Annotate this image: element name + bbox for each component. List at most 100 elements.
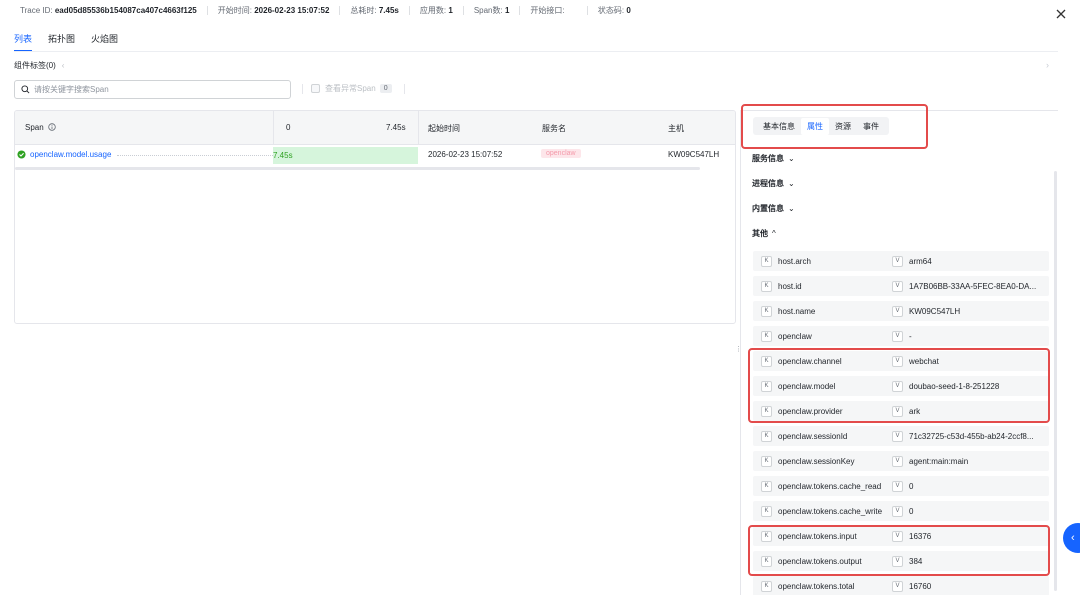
divider: [302, 83, 303, 94]
tab-topology[interactable]: 拓扑图: [48, 32, 75, 52]
attribute-value: 384: [909, 556, 923, 566]
value-badge: V: [892, 480, 903, 492]
attribute-row: Kopenclaw.tokens.input V 16376: [753, 526, 1049, 546]
anomaly-filter[interactable]: 查看异常Span 0: [302, 83, 405, 94]
info-icon[interactable]: [48, 123, 56, 131]
section-service-info[interactable]: 服务信息 ⌄: [752, 153, 795, 164]
chevron-left-icon: ‹: [61, 61, 65, 70]
vertical-scrollbar[interactable]: [1054, 171, 1057, 591]
tab-resources[interactable]: 资源: [829, 118, 857, 135]
span-count: Span数: 1: [474, 5, 510, 16]
duration: 总耗时: 7.45s: [350, 5, 399, 16]
tabs-divider: [14, 51, 1058, 52]
col-start-time: 起始时间: [428, 124, 460, 133]
attribute-value: webchat: [909, 356, 939, 366]
divider: [206, 5, 208, 15]
divider: [339, 5, 341, 15]
value-badge: V: [892, 305, 903, 317]
key-badge: K: [761, 455, 772, 467]
col-host: 主机: [668, 124, 684, 133]
attribute-row: Kopenclaw.sessionKey Vagent:main:main: [753, 451, 1049, 471]
key-badge: K: [761, 330, 772, 342]
section-label: 进程信息: [752, 179, 784, 188]
trace-id-label: Trace ID:: [20, 5, 53, 15]
duration-bar[interactable]: [273, 147, 418, 164]
start-time-label: 开始时间:: [217, 5, 252, 15]
start-api: 开始接口:: [530, 5, 566, 16]
attribute-value: 0: [909, 481, 914, 491]
tab-events[interactable]: 事件: [857, 118, 885, 135]
attribute-key: openclaw.tokens.cache_write: [778, 506, 883, 516]
duration-bar-label: 7.45s: [273, 151, 293, 160]
close-icon[interactable]: [1054, 8, 1068, 22]
col-timeline-start: 0: [286, 123, 291, 132]
key-badge: K: [761, 530, 772, 542]
attribute-row: Kopenclaw.tokens.total V 16760: [753, 576, 1049, 595]
attribute-row: Khost.name V KW09C547LH: [753, 301, 1049, 321]
component-tags[interactable]: 组件标签(0) ‹: [14, 60, 64, 71]
attribute-key: host.id: [778, 281, 802, 291]
key-badge: K: [761, 555, 772, 567]
horizontal-scrollbar[interactable]: [15, 167, 700, 170]
value-badge: V: [892, 405, 903, 417]
value-badge: V: [892, 530, 903, 542]
col-span: Span: [25, 123, 56, 132]
attribute-value: arm64: [909, 256, 932, 266]
tab-attributes[interactable]: 属性: [801, 117, 829, 135]
anomaly-count-badge: 0: [379, 84, 392, 93]
tab-flame-graph[interactable]: 火焰图: [91, 32, 118, 52]
divider: [403, 83, 405, 94]
key-badge: K: [761, 305, 772, 317]
key-badge: K: [761, 355, 772, 367]
value-badge: V: [892, 380, 903, 392]
attribute-key: openclaw.tokens.output: [778, 556, 862, 566]
anomaly-checkbox[interactable]: [311, 84, 320, 93]
attribute-row: Kopenclaw.provider Vark: [753, 401, 1049, 421]
key-badge: K: [761, 405, 772, 417]
divider: [462, 5, 464, 15]
status-code: 状态码: 0: [598, 5, 631, 16]
value-badge: V: [892, 580, 903, 592]
status-code-value: 0: [626, 5, 631, 15]
attribute-value: 16760: [909, 581, 932, 591]
key-badge: K: [761, 505, 772, 517]
section-label: 服务信息: [752, 154, 784, 163]
value-badge: V: [892, 355, 903, 367]
app-count-label: 应用数:: [419, 5, 447, 15]
attribute-value: agent:main:main: [909, 456, 969, 466]
start-api-label: 开始接口:: [530, 5, 565, 15]
close-icon-svg: [1056, 9, 1066, 19]
section-builtin-info[interactable]: 内置信息 ⌄: [752, 203, 795, 214]
section-process-info[interactable]: 进程信息 ⌄: [752, 178, 795, 189]
attribute-row: Kopenclaw.model Vdoubao-seed-1-8-251228: [753, 376, 1049, 396]
collapse-chevron-icon[interactable]: ‹: [1063, 523, 1080, 553]
chevron-right-icon[interactable]: ›: [1046, 60, 1049, 70]
table-row[interactable]: openclaw.model.usage 7.45s 2026-02-23 15…: [15, 146, 735, 164]
key-badge: K: [761, 380, 772, 392]
span-name[interactable]: openclaw.model.usage: [17, 150, 111, 159]
key-badge: K: [761, 480, 772, 492]
attribute-row: Kopenclaw.channel Vwebchat: [753, 351, 1049, 371]
section-other[interactable]: 其他 ^: [752, 228, 776, 239]
attribute-key: host.name: [778, 306, 816, 316]
check-circle-icon: [17, 150, 26, 159]
attribute-value: -: [909, 331, 912, 341]
attribute-key: openclaw.sessionId: [778, 431, 848, 441]
tab-basic-info[interactable]: 基本信息: [757, 118, 801, 135]
search-input[interactable]: [34, 85, 274, 94]
chevron-down-icon: ⌄: [788, 154, 795, 163]
span-leader-line: [117, 155, 273, 156]
column-divider: [273, 111, 274, 145]
tab-list[interactable]: 列表: [14, 32, 33, 52]
attribute-row: Kopenclaw.tokens.output V 384: [753, 551, 1049, 571]
key-badge: K: [761, 430, 772, 442]
span-search[interactable]: [14, 80, 291, 99]
attribute-row: Kopenclaw.sessionId V 71c32725-c53d-455b-a…: [753, 426, 1049, 446]
col-service: 服务名: [542, 124, 566, 133]
row-start-time: 2026-02-23 15:07:52: [428, 150, 503, 159]
table-header: Span 0 7.45s 起始时间 服务名 主机: [15, 111, 735, 145]
attribute-key: host.arch: [778, 256, 811, 266]
value-badge: V: [892, 330, 903, 342]
chevron-down-icon: ⌄: [788, 204, 795, 213]
search-icon: [21, 85, 30, 94]
